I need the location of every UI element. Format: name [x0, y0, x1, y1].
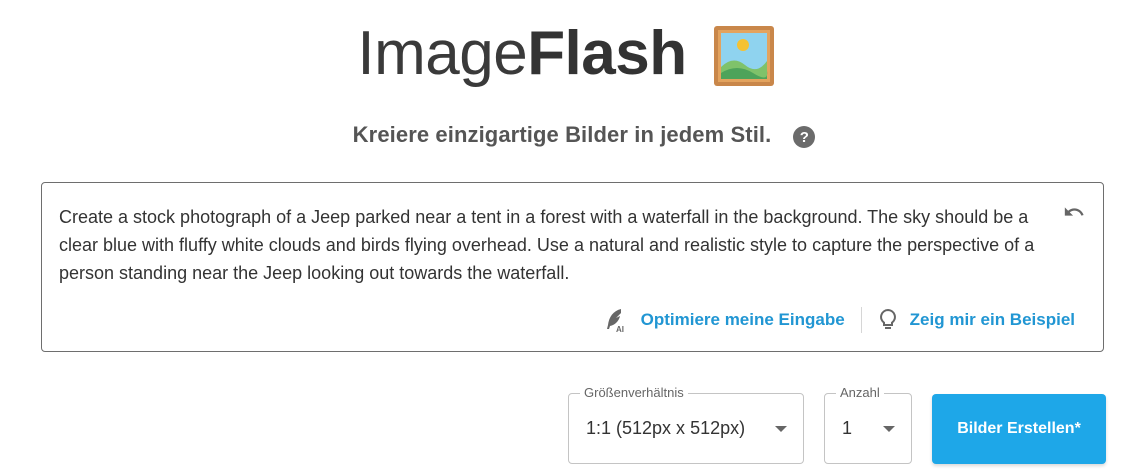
action-divider: [860, 307, 862, 333]
svg-text:AI: AI: [616, 325, 624, 333]
lightbulb-icon: [879, 308, 896, 329]
aspect-ratio-legend: Größenverhältnis: [580, 385, 688, 400]
app-title-light: Image: [357, 19, 528, 88]
aspect-ratio-value: 1:1 (512px x 512px): [586, 418, 746, 438]
show-example-link[interactable]: Zeig mir ein Beispiel: [878, 308, 1075, 332]
image-count-select[interactable]: Anzahl 1: [824, 385, 912, 464]
prompt-input[interactable]: Create a stock photograph of a Jeep park…: [59, 203, 1044, 293]
chevron-down-icon: [775, 426, 787, 432]
feather-ai-icon: AI: [606, 309, 624, 333]
brand-header: ImageFlash: [0, 14, 1132, 94]
optimize-input-label: Optimiere meine Eingabe: [640, 310, 845, 329]
app-title-bold: Flash: [527, 19, 687, 88]
page-subtitle: Kreiere einzigartige Bilder in jedem Sti…: [352, 122, 772, 147]
aspect-ratio-select[interactable]: Größenverhältnis 1:1 (512px x 512px): [568, 385, 804, 464]
undo-icon[interactable]: [1063, 201, 1085, 223]
create-images-button[interactable]: Bilder Erstellen*: [932, 394, 1106, 464]
prompt-actions: AI Optimiere meine Eingabe Zeig mir ein …: [603, 307, 1075, 333]
optimize-input-link[interactable]: AI Optimiere meine Eingabe: [603, 307, 845, 333]
framed-picture-icon: [713, 26, 774, 86]
help-icon[interactable]: ?: [793, 126, 816, 148]
chevron-down-icon: [883, 426, 895, 432]
image-count-value: 1: [842, 418, 853, 438]
app-title: ImageFlash: [357, 14, 687, 94]
image-count-legend: Anzahl: [836, 385, 884, 400]
show-example-label: Zeig mir ein Beispiel: [909, 310, 1075, 329]
prompt-box: Create a stock photograph of a Jeep park…: [41, 182, 1104, 352]
subtitle-row: Kreiere einzigartige Bilder in jedem Sti…: [0, 122, 1132, 148]
